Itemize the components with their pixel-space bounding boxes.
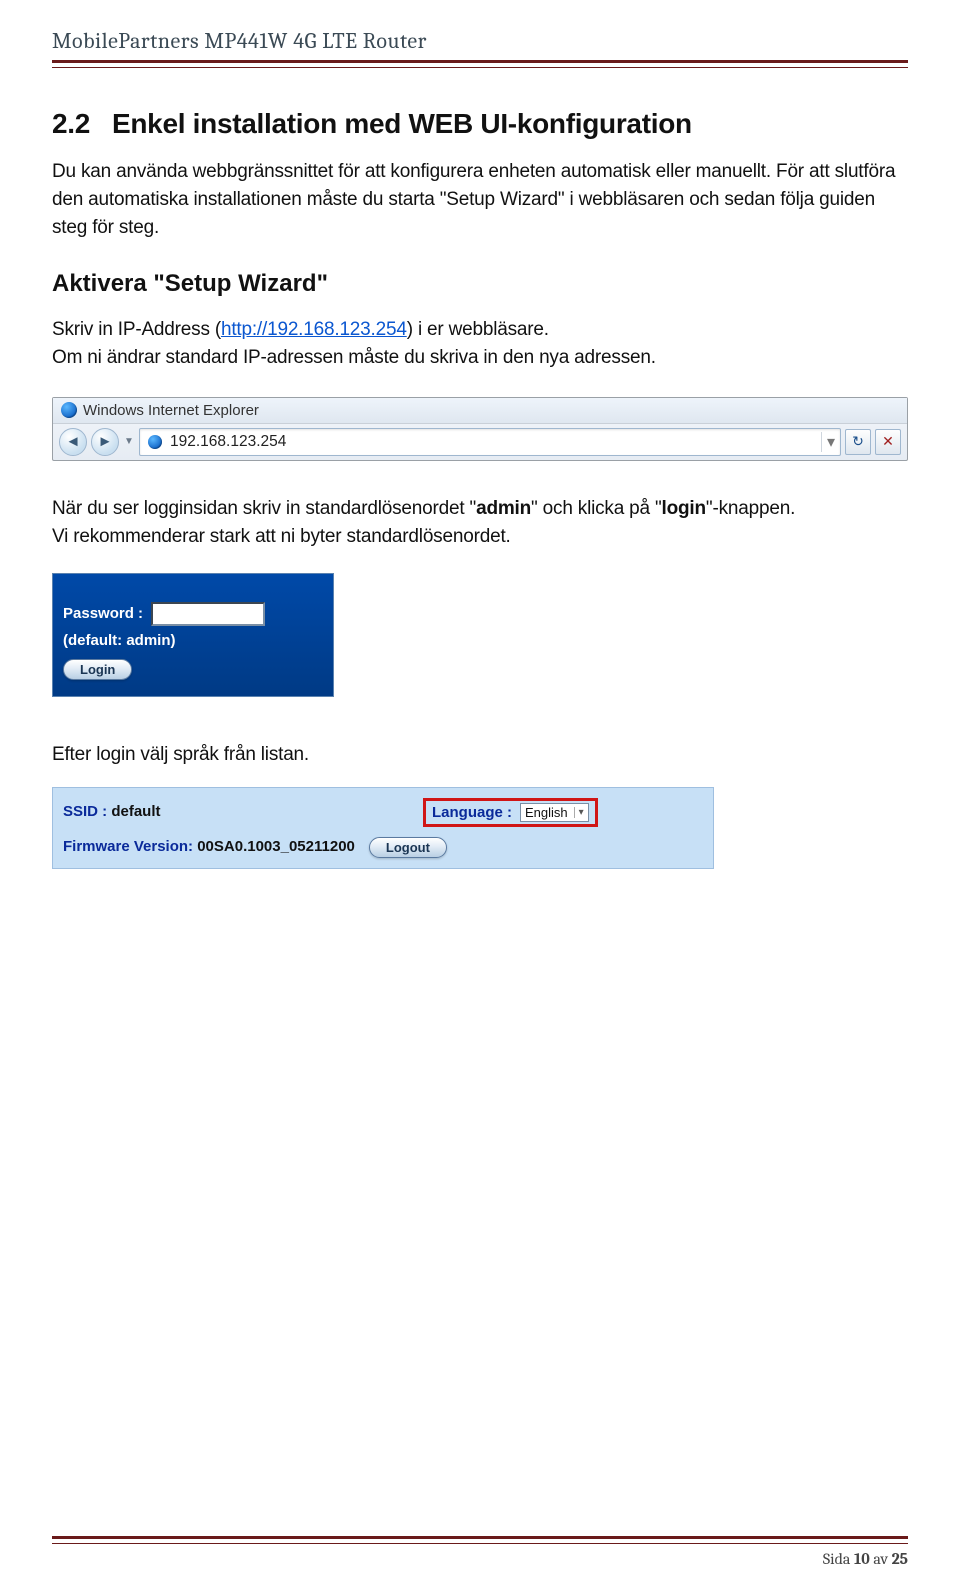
address-dropdown[interactable]: ▾ <box>821 432 840 452</box>
language-label: Language : <box>432 804 512 821</box>
ip-pre-text: Skriv in IP-Address ( <box>52 319 221 340</box>
page-favicon-icon <box>146 433 164 451</box>
login-instruction: När du ser logginsidan skriv in standard… <box>52 495 908 551</box>
forward-button[interactable]: ► <box>91 428 119 456</box>
stop-button[interactable]: ✕ <box>875 429 901 455</box>
after-login-instruction: Efter login välj språk från listan. <box>52 741 908 769</box>
password-label: Password : <box>63 605 143 622</box>
language-value: English <box>525 805 568 820</box>
ie-title-text: Windows Internet Explorer <box>83 402 259 419</box>
password-input[interactable] <box>151 602 265 626</box>
firmware-value: 00SA0.1003_05211200 <box>197 838 355 855</box>
ie-browser-chrome: Windows Internet Explorer ◄ ► ▼ 192.168.… <box>52 397 908 461</box>
address-url: 192.168.123.254 <box>170 433 821 451</box>
ip-post-text: ) i er webbläsare. <box>407 319 549 340</box>
login-button[interactable]: Login <box>63 659 132 680</box>
language-select[interactable]: English ▾ <box>520 803 589 822</box>
header-rule <box>52 60 908 68</box>
page-number: Sida 10 av 25 <box>52 1550 908 1568</box>
back-button[interactable]: ◄ <box>59 428 87 456</box>
intro-paragraph: Du kan använda webbgränssnittet för att … <box>52 158 908 242</box>
ip-instruction: Skriv in IP-Address (http://192.168.123.… <box>52 316 908 372</box>
footer-rule <box>52 1536 908 1544</box>
ssid-value: default <box>111 803 160 820</box>
login-panel: Password : (default: admin) Login <box>52 573 334 697</box>
password-default-hint: (default: admin) <box>63 632 323 649</box>
close-icon: ✕ <box>882 433 894 450</box>
page-footer: Sida 10 av 25 <box>52 1534 908 1568</box>
arrow-left-icon: ◄ <box>66 433 81 450</box>
status-language-panel: SSID : default Language : English ▾ Firm… <box>52 787 714 869</box>
ie-logo-icon <box>61 402 77 418</box>
address-bar[interactable]: 192.168.123.254 ▾ <box>139 428 841 456</box>
go-refresh-button[interactable]: ↻ <box>845 429 871 455</box>
logout-button[interactable]: Logout <box>369 837 447 858</box>
subheading-setup-wizard: Aktivera "Setup Wizard" <box>52 270 908 298</box>
ssid-label: SSID : <box>63 803 111 820</box>
ie-nav-row: ◄ ► ▼ 192.168.123.254 ▾ ↻ ✕ <box>53 424 907 460</box>
firmware-label: Firmware Version: <box>63 838 197 855</box>
nav-history-dropdown[interactable]: ▼ <box>123 429 135 455</box>
chevron-down-icon: ▾ <box>574 807 584 818</box>
section-title: Enkel installation med WEB UI-konfigurat… <box>112 108 692 139</box>
ip-link[interactable]: http://192.168.123.254 <box>221 319 407 340</box>
recommend-text: Vi rekommenderar stark att ni byter stan… <box>52 526 511 547</box>
login-bold: login <box>662 498 706 519</box>
language-select-highlight: Language : English ▾ <box>423 798 598 827</box>
arrow-right-icon: ► <box>98 433 113 450</box>
ie-titlebar: Windows Internet Explorer <box>53 398 907 424</box>
document-header: MobilePartners MP441W 4G LTE Router <box>52 28 908 58</box>
section-number: 2.2 <box>52 108 112 140</box>
chevron-down-icon: ▼ <box>124 436 134 447</box>
refresh-icon: ↻ <box>852 433 864 450</box>
section-heading: 2.2Enkel installation med WEB UI-konfigu… <box>52 108 908 140</box>
ip-note: Om ni ändrar standard IP-adressen måste … <box>52 347 656 368</box>
admin-bold: admin <box>476 498 531 519</box>
